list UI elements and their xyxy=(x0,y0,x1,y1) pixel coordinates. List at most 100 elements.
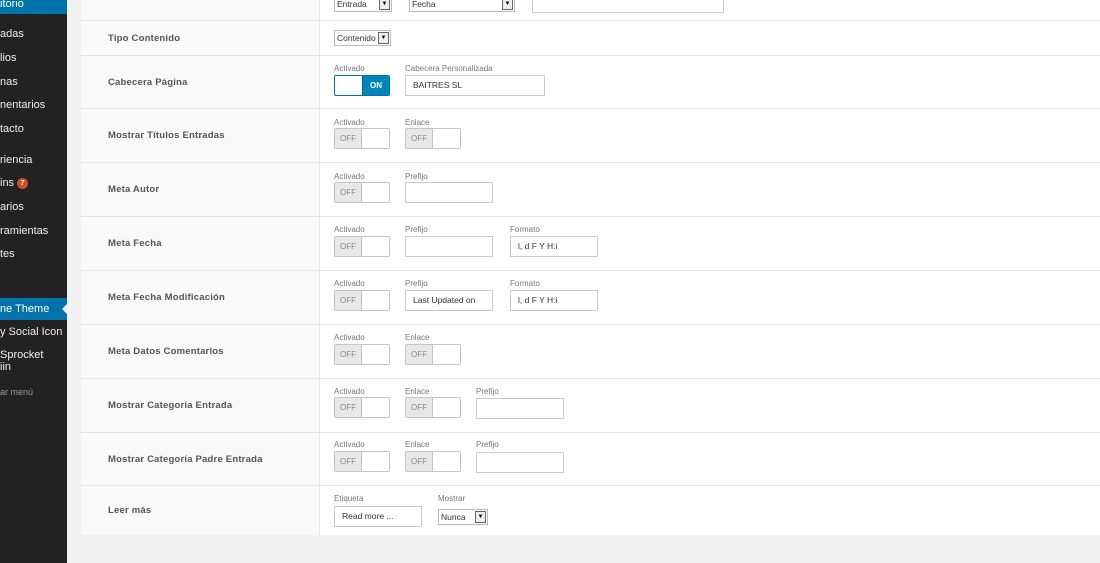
field-label: Prefijo xyxy=(405,225,428,234)
sidebar-item-label: nentarios xyxy=(0,99,46,111)
field-label: Activado xyxy=(334,440,365,449)
toggle-state: OFF xyxy=(335,398,362,417)
sidebar-item-sprocket[interactable]: Sprocket iin xyxy=(0,349,67,373)
modified-prefix-input[interactable]: Last Updated on xyxy=(405,290,493,311)
toggle-state: OFF xyxy=(335,237,362,256)
chevron-down-icon: ▼ xyxy=(475,511,486,523)
category-link-toggle[interactable]: OFF xyxy=(405,397,461,418)
author-prefix-input[interactable] xyxy=(405,182,493,203)
meta-comments-toggle[interactable]: OFF xyxy=(334,344,390,365)
sidebar-item-ajustes[interactable]: tes xyxy=(0,248,67,260)
row-label: Mostrar Categoría Padre Entrada xyxy=(108,454,263,465)
sidebar-item-label: y Social Icon xyxy=(0,326,63,338)
settings-row-meta-fecha: Meta Fecha Activado OFF Prefijo Formato … xyxy=(81,217,1100,271)
sidebar-item-label: nas xyxy=(0,76,18,88)
toggle-state: ON xyxy=(362,76,389,95)
toggle-state: OFF xyxy=(406,129,433,148)
field-label: Mostrar xyxy=(438,494,466,503)
meta-modified-toggle[interactable]: OFF xyxy=(334,290,390,311)
settings-row-meta-comentarios: Meta Datos Comentarios Activado OFF Enla… xyxy=(81,325,1100,379)
sidebar-item-label: iin xyxy=(0,361,12,373)
row-label: Mostrar Títulos Entradas xyxy=(108,130,225,141)
settings-row-meta-autor: Meta Autor Activado OFF Prefijo xyxy=(81,163,1100,217)
sidebar-item-comentarios[interactable]: nentarios xyxy=(0,99,67,111)
field-label: Activado xyxy=(334,333,365,342)
sidebar-item-label: ne Theme xyxy=(0,303,50,315)
sidebar-item-theme[interactable]: ne Theme xyxy=(0,298,67,320)
toggle-state: OFF xyxy=(335,129,362,148)
settings-row-meta-fecha-mod: Meta Fecha Modificación Activado OFF Pre… xyxy=(81,271,1100,325)
sidebar-item-social-icon[interactable]: y Social Icon xyxy=(0,326,67,338)
sidebar-item-entradas[interactable]: adas xyxy=(0,28,67,40)
row-label: Tipo Contenido xyxy=(108,33,181,44)
settings-panel: Entrada ▼ Fecha ▼ Tipo Contenido Contenido… xyxy=(81,0,1100,535)
sidebar-item-label: adas xyxy=(0,28,24,40)
sidebar-item-label: ins xyxy=(0,177,15,189)
field-label: Formato xyxy=(510,225,540,234)
sidebar-item-label: arios xyxy=(0,201,24,213)
category-prefix-input[interactable] xyxy=(476,398,564,419)
title-link-toggle[interactable]: OFF xyxy=(405,128,461,149)
sidebar-item-label: tacto xyxy=(0,123,24,135)
parent-category-prefix-input[interactable] xyxy=(476,452,564,473)
show-parent-category-toggle[interactable]: OFF xyxy=(334,451,390,472)
sidebar-item-paginas[interactable]: nas xyxy=(0,76,67,88)
toggle-state: OFF xyxy=(406,345,433,364)
field-label: Cabecera Personalizada xyxy=(405,64,493,73)
row-label: Cabecera Página xyxy=(108,77,188,88)
collapse-menu-button[interactable]: ar menú xyxy=(0,387,67,397)
chevron-down-icon: ▼ xyxy=(502,0,513,10)
content-type-select[interactable]: Contenido ▼ xyxy=(334,30,391,46)
post-type-select[interactable]: Entrada ▼ xyxy=(334,0,392,12)
order-by-select[interactable]: Fecha ▼ xyxy=(409,0,515,12)
field-label: Prefijo xyxy=(476,387,499,396)
sidebar-item-herramientas[interactable]: ramientas xyxy=(0,225,67,237)
row-label: Meta Autor xyxy=(108,184,160,195)
sidebar-item-label: Sprocket xyxy=(0,349,44,361)
show-category-toggle[interactable]: OFF xyxy=(334,397,390,418)
date-format-input[interactable]: l, d F Y H:i xyxy=(510,236,598,257)
sidebar-item-label: riencia xyxy=(0,154,33,166)
meta-date-toggle[interactable]: OFF xyxy=(334,236,390,257)
modified-format-input[interactable]: l, d F Y H:i xyxy=(510,290,598,311)
field-label: Enlace xyxy=(405,118,430,127)
select-value: Fecha xyxy=(412,0,436,9)
sidebar-item-escritorio[interactable]: itorio xyxy=(0,0,67,14)
sidebar-item-plugins[interactable]: ins 7 xyxy=(0,177,67,189)
read-more-label-input[interactable]: Read more ... xyxy=(334,506,422,527)
select-value: Contenido xyxy=(337,33,376,43)
toggle-state: OFF xyxy=(406,452,433,471)
settings-row-categoria-padre: Mostrar Categoría Padre Entrada Activado… xyxy=(81,433,1100,486)
select-value: Entrada xyxy=(337,0,367,9)
field-label: Etiqueta xyxy=(334,494,364,503)
sidebar-item-apariencia[interactable]: riencia xyxy=(0,154,67,166)
sidebar-item-label: ar menú xyxy=(0,387,34,397)
field-label: Prefijo xyxy=(476,440,499,449)
row-label: Meta Fecha xyxy=(108,238,162,249)
field-label: Activado xyxy=(334,118,365,127)
sidebar-item-usuarios[interactable]: arios xyxy=(0,201,67,213)
field-label: Activado xyxy=(334,387,365,396)
admin-sidebar: itorio adas lios nas nentarios tacto rie… xyxy=(0,0,67,563)
sidebar-item-label: tes xyxy=(0,248,15,260)
sidebar-item-medios[interactable]: lios xyxy=(0,52,67,64)
sidebar-item-label: ramientas xyxy=(0,225,49,237)
row-label: Meta Fecha Modificación xyxy=(108,292,226,303)
field-label: Prefijo xyxy=(405,279,428,288)
custom-header-input[interactable]: BAITRES SL xyxy=(405,75,545,96)
row-label: Mostrar Categoría Entrada xyxy=(108,400,233,411)
sidebar-item-contacto[interactable]: tacto xyxy=(0,123,67,135)
meta-author-toggle[interactable]: OFF xyxy=(334,182,390,203)
field-label: Activado xyxy=(334,64,365,73)
header-enabled-toggle[interactable]: ON xyxy=(334,75,390,96)
date-prefix-input[interactable] xyxy=(405,236,493,257)
settings-row-titulos: Mostrar Títulos Entradas Activado OFF En… xyxy=(81,109,1100,163)
read-more-show-select[interactable]: Nunca ▼ xyxy=(438,509,488,525)
show-titles-toggle[interactable]: OFF xyxy=(334,128,390,149)
settings-row-cabecera: Cabecera Página Activado ON Cabecera Per… xyxy=(81,56,1100,109)
top-text-input[interactable] xyxy=(532,0,724,13)
settings-row-categoria: Mostrar Categoría Entrada Activado OFF E… xyxy=(81,379,1100,433)
toggle-state: OFF xyxy=(335,345,362,364)
comments-link-toggle[interactable]: OFF xyxy=(405,344,461,365)
parent-category-link-toggle[interactable]: OFF xyxy=(405,451,461,472)
